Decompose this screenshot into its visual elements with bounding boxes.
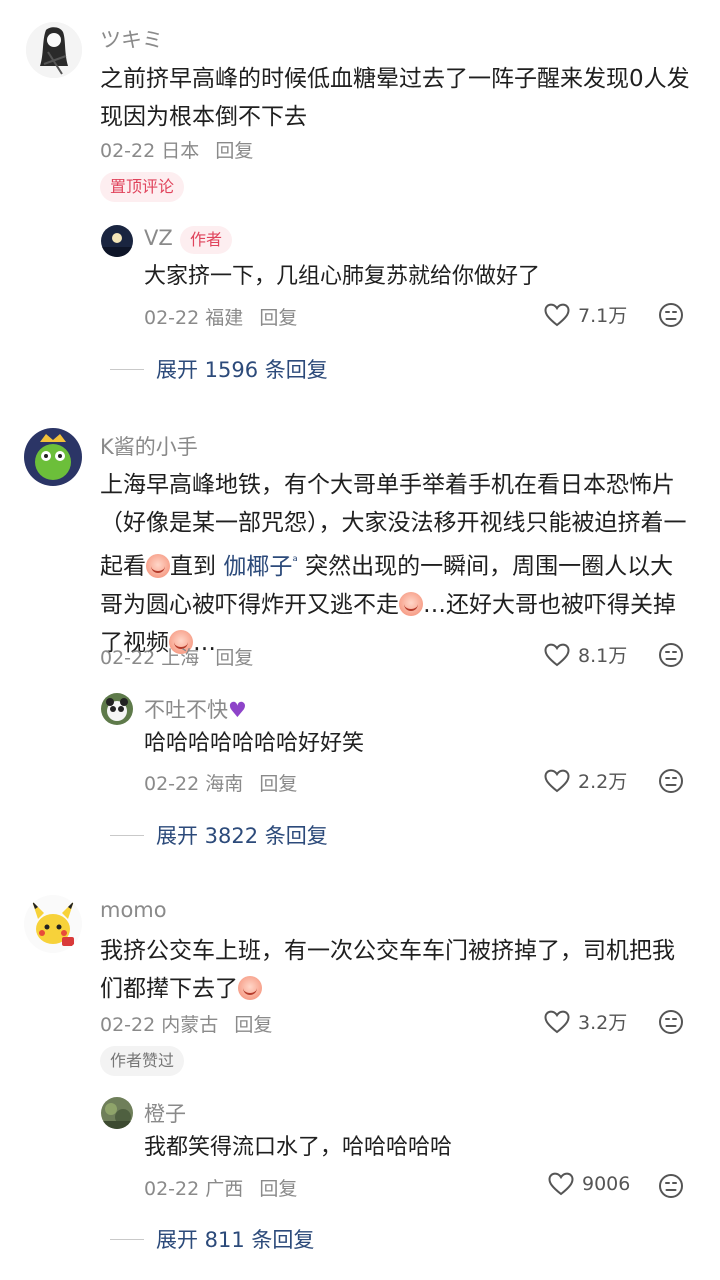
avatar-momo[interactable] — [24, 895, 82, 953]
reply-meta: 02-22 广西 回复 — [144, 1174, 297, 1201]
expand-replies-button[interactable]: 展开 811 条回复 — [110, 1224, 314, 1254]
heart-outline-icon — [544, 1010, 570, 1034]
heart-outline-icon — [548, 1172, 574, 1196]
comment-text-part: 我挤公交车上班，有一次公交车车门被挤掉了，司机把我们都撵下去了 — [100, 938, 675, 1002]
crying-emoji-icon — [238, 976, 262, 1000]
comment-date: 02-22 — [100, 1014, 156, 1036]
like-button[interactable]: 3.2万 — [544, 1008, 627, 1035]
avatar-chengzi[interactable] — [101, 1097, 133, 1129]
avatar-image-icon — [101, 1097, 133, 1129]
dislike-face-icon[interactable] — [658, 1009, 684, 1035]
reply-username[interactable]: 橙子 — [144, 1098, 186, 1128]
comment-meta: 02-22 内蒙古 回复 — [100, 1010, 272, 1037]
reply-button[interactable]: 回复 — [259, 1178, 297, 1200]
avatar-image-icon — [24, 895, 82, 953]
reply-date: 02-22 — [144, 1178, 200, 1200]
reply-button[interactable]: 回复 — [234, 1014, 272, 1036]
divider — [110, 1238, 144, 1240]
username[interactable]: momo — [100, 898, 167, 922]
author-liked-tag: 作者赞过 — [100, 1046, 185, 1076]
comment-thread-3: momo 我挤公交车上班，有一次公交车车门被挤掉了，司机把我们都撵下去了 02-… — [0, 0, 720, 1280]
comment-location: 内蒙古 — [161, 1014, 219, 1036]
expand-replies-label: 展开 811 条回复 — [156, 1228, 315, 1252]
like-button[interactable]: 9006 — [548, 1172, 630, 1196]
reply-text: 我都笑得流口水了，哈哈哈哈哈 — [144, 1135, 453, 1160]
comment-text: 我挤公交车上班，有一次公交车车门被挤掉了，司机把我们都撵下去了 — [100, 932, 696, 1008]
like-count: 9006 — [582, 1173, 631, 1195]
dislike-face-icon[interactable] — [658, 1173, 684, 1199]
reply-location: 广西 — [205, 1178, 244, 1200]
like-count: 3.2万 — [578, 1012, 628, 1034]
